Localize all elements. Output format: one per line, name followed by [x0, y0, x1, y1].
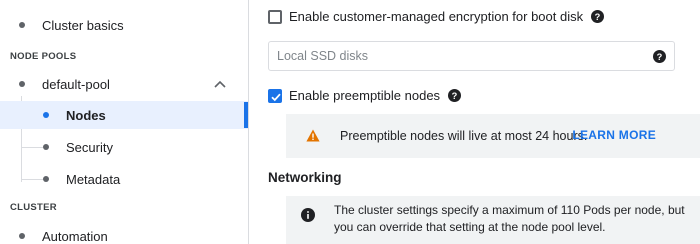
sidebar-item-security[interactable]: Security — [0, 132, 248, 162]
sidebar-item-label: Metadata — [66, 171, 121, 187]
sidebar-item-cluster-basics[interactable]: Cluster basics — [0, 10, 248, 40]
local-ssd-input[interactable] — [277, 49, 637, 63]
sidebar-item-label: Automation — [42, 228, 108, 244]
warning-icon — [306, 129, 320, 142]
sidebar-item-nodes[interactable]: Nodes — [0, 101, 248, 129]
sidebar-item-label: default-pool — [42, 76, 110, 92]
chevron-up-icon[interactable] — [212, 76, 228, 92]
svg-text:?: ? — [452, 91, 458, 101]
preemptible-checkbox[interactable] — [268, 88, 282, 103]
svg-text:?: ? — [595, 12, 601, 22]
networking-info: The cluster settings specify a maximum o… — [286, 196, 700, 244]
svg-text:?: ? — [657, 52, 663, 62]
left-navigation: Cluster basics NODE POOLS default-pool N… — [0, 0, 249, 244]
bullet-icon — [19, 81, 25, 87]
node-settings-panel: Enable customer-managed encryption for b… — [249, 0, 700, 244]
networking-info-text: The cluster settings specify a maximum o… — [334, 203, 685, 234]
sidebar-item-metadata[interactable]: Metadata — [0, 164, 248, 194]
encryption-option: Enable customer-managed encryption for b… — [268, 9, 605, 24]
local-ssd-field: ? — [268, 41, 675, 71]
help-icon[interactable]: ? — [448, 89, 462, 102]
section-label-cluster: CLUSTER — [10, 202, 57, 213]
info-icon — [301, 208, 315, 222]
bullet-icon — [43, 112, 49, 118]
help-icon[interactable]: ? — [653, 50, 666, 63]
bullet-icon — [19, 233, 25, 239]
warning-text: Preemptible nodes will live at most 24 h… — [340, 129, 588, 143]
help-icon[interactable]: ? — [591, 10, 605, 23]
preemptible-label: Enable preemptible nodes — [289, 88, 441, 103]
learn-more-link[interactable]: LEARN MORE — [572, 128, 656, 142]
encryption-label: Enable customer-managed encryption for b… — [289, 9, 584, 24]
encryption-checkbox[interactable] — [268, 9, 282, 24]
preemptible-option: Enable preemptible nodes ? — [268, 88, 462, 103]
section-label-node-pools: NODE POOLS — [10, 51, 77, 62]
bullet-icon — [19, 22, 25, 28]
sidebar-item-label: Cluster basics — [42, 17, 124, 33]
sidebar-item-label: Security — [66, 139, 113, 155]
checkmark-icon — [271, 93, 281, 101]
networking-heading: Networking — [268, 170, 342, 185]
sidebar-item-default-pool[interactable]: default-pool — [0, 69, 248, 99]
bullet-icon — [43, 144, 49, 150]
bullet-icon — [43, 176, 49, 182]
sidebar-item-label: Nodes — [66, 107, 106, 123]
sidebar-item-automation[interactable]: Automation — [0, 221, 248, 244]
preemptible-warning: Preemptible nodes will live at most 24 h… — [286, 114, 700, 158]
